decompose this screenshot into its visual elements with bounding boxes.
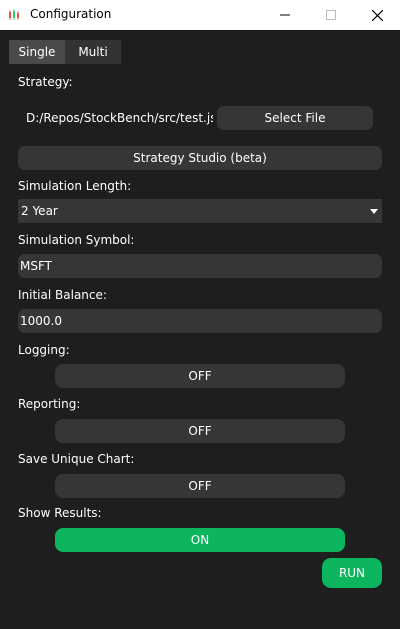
initial-balance-input[interactable]: 1000.0 xyxy=(18,309,382,333)
simulation-symbol-label: Simulation Symbol: xyxy=(18,233,135,247)
tab-multi[interactable]: Multi xyxy=(65,40,121,64)
initial-balance-label: Initial Balance: xyxy=(18,288,107,302)
run-button[interactable]: RUN xyxy=(322,558,382,588)
tab-single[interactable]: Single xyxy=(9,40,65,64)
reporting-label: Reporting: xyxy=(18,397,81,411)
select-file-button[interactable]: Select File xyxy=(217,106,373,130)
minimize-button[interactable] xyxy=(262,0,308,30)
tab-bar: Single Multi xyxy=(9,40,121,64)
maximize-icon xyxy=(326,10,336,20)
candlestick-chart-icon xyxy=(9,9,19,20)
save-unique-chart-toggle[interactable]: OFF xyxy=(55,474,345,498)
simulation-length-label: Simulation Length: xyxy=(18,179,132,193)
close-button[interactable] xyxy=(354,0,400,30)
simulation-length-value: 2 Year xyxy=(21,204,58,218)
logging-label: Logging: xyxy=(18,343,70,357)
show-results-label: Show Results: xyxy=(18,506,102,520)
minimize-icon xyxy=(280,14,290,16)
title-bar: Configuration xyxy=(0,0,400,30)
save-unique-chart-label: Save Unique Chart: xyxy=(18,452,135,466)
reporting-toggle[interactable]: OFF xyxy=(55,419,345,443)
maximize-button[interactable] xyxy=(308,0,354,30)
close-icon xyxy=(371,9,383,21)
strategy-file-path[interactable]: D:/Repos/StockBench/src/test.json xyxy=(18,106,213,130)
simulation-symbol-input[interactable]: MSFT xyxy=(18,254,382,278)
show-results-toggle[interactable]: ON xyxy=(55,528,345,552)
simulation-length-select[interactable]: 2 Year xyxy=(18,199,382,223)
chevron-down-icon xyxy=(370,208,378,214)
strategy-studio-button[interactable]: Strategy Studio (beta) xyxy=(18,146,382,170)
logging-toggle[interactable]: OFF xyxy=(55,364,345,388)
dropdown-arrow[interactable] xyxy=(366,199,382,223)
strategy-label: Strategy: xyxy=(18,75,73,89)
window-title: Configuration xyxy=(30,7,112,21)
